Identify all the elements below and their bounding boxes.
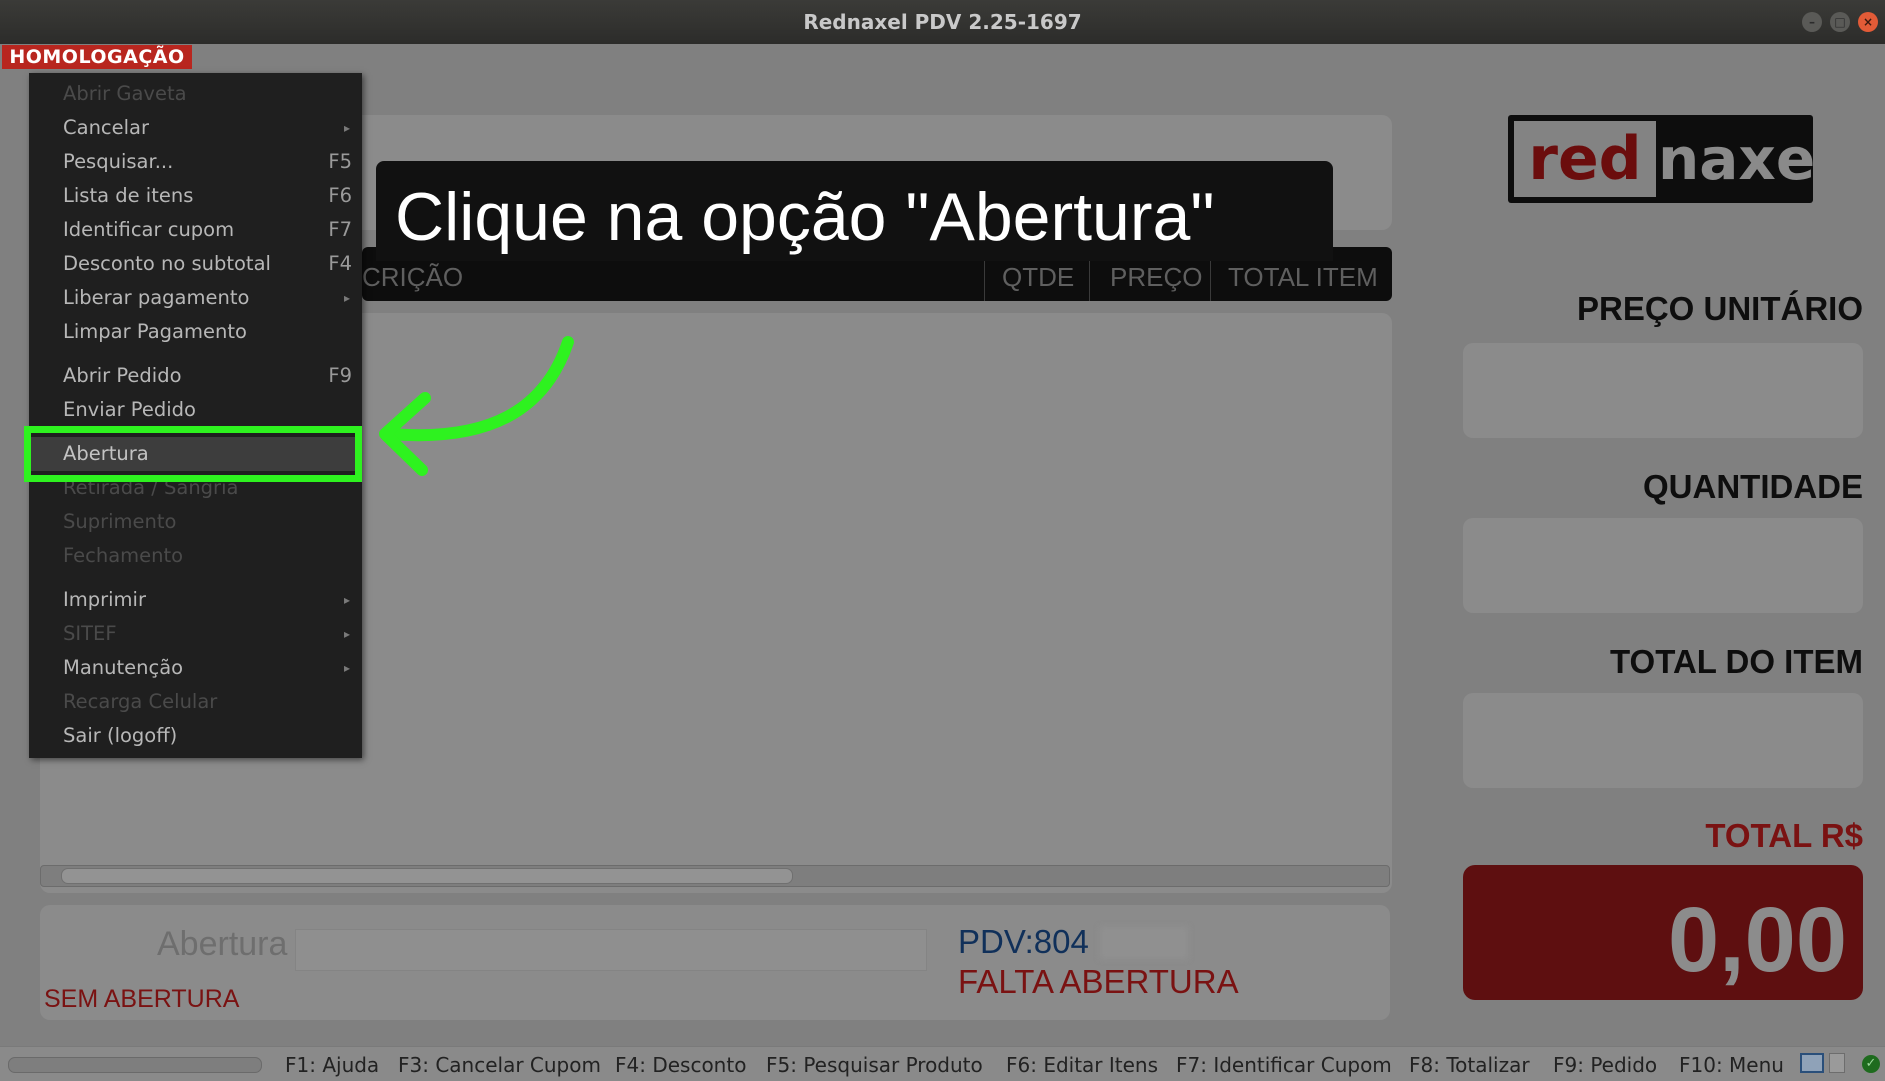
menu-item-label: Identificar cupom bbox=[63, 218, 235, 241]
menu-item-recarga-celular[interactable]: Recarga Celular bbox=[29, 687, 362, 717]
unit-price-label: PREÇO UNITÁRIO bbox=[1576, 290, 1863, 327]
window-title: Rednaxel PDV 2.25-1697 bbox=[803, 10, 1082, 34]
shortcut-f8[interactable]: F8: Totalizar bbox=[1409, 1051, 1530, 1079]
menu-item-shortcut: F4 bbox=[328, 252, 352, 275]
rednaxel-logo: red naxel bbox=[1508, 115, 1813, 203]
window-icon bbox=[1800, 1053, 1824, 1073]
close-icon[interactable]: × bbox=[1858, 12, 1878, 32]
menu-item-lista-de-itens[interactable]: Lista de itens F6 bbox=[29, 181, 362, 211]
menu-item-limpar-pagamento[interactable]: Limpar Pagamento bbox=[29, 317, 362, 347]
menu-item-shortcut: F9 bbox=[328, 364, 352, 387]
menu-item-label: Enviar Pedido bbox=[63, 398, 196, 421]
shortcut-f1[interactable]: F1: Ajuda bbox=[285, 1051, 379, 1079]
unit-price-box bbox=[1463, 343, 1863, 438]
shortcut-f5[interactable]: F5: Pesquisar Produto bbox=[766, 1051, 983, 1079]
check-icon: ✓ bbox=[1862, 1055, 1880, 1073]
menu-item-cancelar[interactable]: Cancelar ▸ bbox=[29, 113, 362, 143]
menu-item-label: Lista de itens bbox=[63, 184, 194, 207]
shortcut-f3[interactable]: F3: Cancelar Cupom bbox=[398, 1051, 601, 1079]
scrollbar-thumb[interactable] bbox=[61, 868, 793, 884]
menu-item-liberar-pagamento[interactable]: Liberar pagamento ▸ bbox=[29, 283, 362, 313]
menu-item-label: Manutenção bbox=[63, 656, 184, 679]
menu-item-abrir-pedido[interactable]: Abrir Pedido F9 bbox=[29, 361, 362, 391]
menu-item-label: Desconto no subtotal bbox=[63, 252, 271, 275]
maximize-icon[interactable]: □ bbox=[1830, 12, 1850, 32]
menu-item-label: Imprimir bbox=[63, 588, 146, 611]
status-progress bbox=[8, 1057, 262, 1073]
menu-item-identificar-cupom[interactable]: Identificar cupom F7 bbox=[29, 215, 362, 245]
submenu-arrow-icon: ▸ bbox=[343, 593, 350, 607]
quantity-label: QUANTIDADE bbox=[1643, 468, 1863, 505]
menu-item-suprimento[interactable]: Suprimento bbox=[29, 507, 362, 537]
item-total-label: TOTAL DO ITEM bbox=[1610, 643, 1863, 680]
menu-item-sitef[interactable]: SITEF ▸ bbox=[29, 619, 362, 649]
no-opening-status: SEM ABERTURA bbox=[44, 985, 240, 1013]
shortcut-f7[interactable]: F7: Identificar Cupom bbox=[1176, 1051, 1392, 1079]
menu-item-fechamento[interactable]: Fechamento bbox=[29, 541, 362, 571]
menu-item-label: Limpar Pagamento bbox=[63, 320, 247, 343]
horizontal-scrollbar[interactable] bbox=[40, 865, 1390, 887]
total-value: 0,00 bbox=[1667, 889, 1847, 991]
menu-item-sair[interactable]: Sair (logoff) bbox=[29, 721, 362, 751]
shortcut-f9[interactable]: F9: Pedido bbox=[1553, 1051, 1657, 1079]
opening-field[interactable] bbox=[295, 929, 927, 971]
shortcut-f4[interactable]: F4: Desconto bbox=[615, 1051, 746, 1079]
tutorial-highlight-box bbox=[24, 426, 362, 482]
menu-item-imprimir[interactable]: Imprimir ▸ bbox=[29, 585, 362, 615]
menu-item-label: Pesquisar... bbox=[63, 150, 174, 173]
menu-item-desconto-subtotal[interactable]: Desconto no subtotal F4 bbox=[29, 249, 362, 279]
menu-item-label: Sair (logoff) bbox=[63, 724, 178, 747]
menu-item-label: Abrir Pedido bbox=[63, 364, 182, 387]
menu-item-label: Suprimento bbox=[63, 510, 177, 533]
menu-item-label: Fechamento bbox=[63, 544, 184, 567]
document-icon bbox=[1829, 1053, 1845, 1073]
quantity-box bbox=[1463, 518, 1863, 613]
shortcut-f6[interactable]: F6: Editar Itens bbox=[1006, 1051, 1158, 1079]
menu-item-enviar-pedido[interactable]: Enviar Pedido bbox=[29, 395, 362, 425]
total-box: 0,00 bbox=[1463, 865, 1863, 1000]
tutorial-arrow-icon bbox=[379, 336, 574, 476]
submenu-arrow-icon: ▸ bbox=[343, 627, 350, 641]
bottom-status-panel: Abertura SEM ABERTURA PDV:804 FALTA ABER… bbox=[40, 905, 1390, 1020]
tutorial-instruction: Clique na opção "Abertura" bbox=[395, 179, 1215, 255]
menu-item-label: SITEF bbox=[63, 622, 117, 645]
total-label: TOTAL R$ bbox=[1705, 817, 1863, 854]
submenu-arrow-icon: ▸ bbox=[343, 121, 350, 135]
pdv-number: PDV:804 bbox=[958, 923, 1089, 960]
submenu-arrow-icon: ▸ bbox=[343, 291, 350, 305]
submenu-arrow-icon: ▸ bbox=[343, 661, 350, 675]
logo-naxel-part: naxel bbox=[1658, 125, 1813, 193]
menu-item-shortcut: F5 bbox=[328, 150, 352, 173]
menu-item-manutencao[interactable]: Manutenção ▸ bbox=[29, 653, 362, 683]
status-bar: F1: Ajuda F3: Cancelar Cupom F4: Descont… bbox=[0, 1046, 1885, 1081]
opening-field-label: Abertura bbox=[157, 925, 288, 963]
menu-item-label: Recarga Celular bbox=[63, 690, 218, 713]
blurred-info bbox=[1100, 927, 1188, 959]
menu-item-pesquisar[interactable]: Pesquisar... F5 bbox=[29, 147, 362, 177]
minimize-icon[interactable]: – bbox=[1802, 12, 1822, 32]
window-titlebar: Rednaxel PDV 2.25-1697 – □ × bbox=[0, 0, 1885, 44]
homologation-badge: HOMOLOGAÇÃO bbox=[2, 45, 192, 69]
shortcut-f10[interactable]: F10: Menu bbox=[1679, 1051, 1784, 1079]
context-menu[interactable]: Abrir Gaveta Cancelar ▸ Pesquisar... F5 Li… bbox=[29, 73, 362, 758]
item-total-box bbox=[1463, 693, 1863, 788]
menu-item-abrir-gaveta[interactable]: Abrir Gaveta bbox=[29, 79, 362, 109]
tutorial-caption: Clique na opção "Abertura" bbox=[376, 161, 1333, 261]
logo-red-part: red bbox=[1514, 121, 1656, 197]
menu-item-label: Liberar pagamento bbox=[63, 286, 250, 309]
missing-opening-status: FALTA ABERTURA bbox=[958, 963, 1239, 1000]
menu-item-label: Abrir Gaveta bbox=[63, 82, 187, 105]
menu-item-label: Cancelar bbox=[63, 116, 150, 139]
menu-item-shortcut: F6 bbox=[328, 184, 352, 207]
menu-item-shortcut: F7 bbox=[328, 218, 352, 241]
